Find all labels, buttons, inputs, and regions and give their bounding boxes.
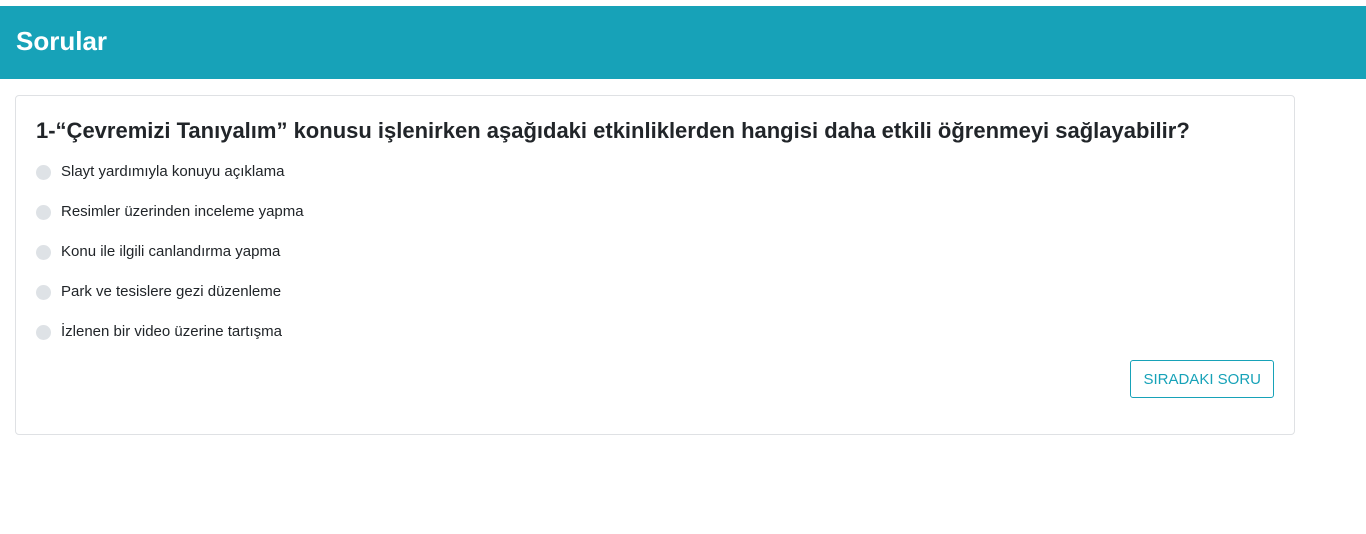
question-text: 1-“Çevremizi Tanıyalım” konusu işlenirke… [36, 118, 1190, 143]
next-question-button[interactable]: SIRADAKI SORU [1130, 360, 1274, 398]
page-header: Sorular [0, 6, 1366, 79]
radio-button-icon[interactable] [36, 165, 51, 180]
answer-option-2[interactable]: Resimler üzerinden inceleme yapma [36, 200, 304, 240]
answer-options: Slayt yardımıyla konuyu açıklama Resimle… [36, 160, 304, 360]
radio-button-icon[interactable] [36, 245, 51, 260]
radio-button-icon[interactable] [36, 285, 51, 300]
answer-option-4[interactable]: Park ve tesislere gezi düzenleme [36, 280, 304, 320]
answer-option-3[interactable]: Konu ile ilgili canlandırma yapma [36, 240, 304, 280]
answer-option-1[interactable]: Slayt yardımıyla konuyu açıklama [36, 160, 304, 200]
answer-option-label: Park ve tesislere gezi düzenleme [61, 283, 282, 300]
answer-option-label: Konu ile ilgili canlandırma yapma [61, 243, 281, 260]
radio-button-icon[interactable] [36, 325, 51, 340]
answer-option-label: İzlenen bir video üzerine tartışma [61, 323, 282, 340]
question-card: 1-“Çevremizi Tanıyalım” konusu işlenirke… [15, 95, 1295, 435]
page-title: Sorular [16, 26, 108, 56]
radio-button-icon[interactable] [36, 205, 51, 220]
answer-option-5[interactable]: İzlenen bir video üzerine tartışma [36, 320, 304, 360]
answer-option-label: Resimler üzerinden inceleme yapma [61, 203, 304, 220]
answer-option-label: Slayt yardımıyla konuyu açıklama [61, 163, 285, 180]
